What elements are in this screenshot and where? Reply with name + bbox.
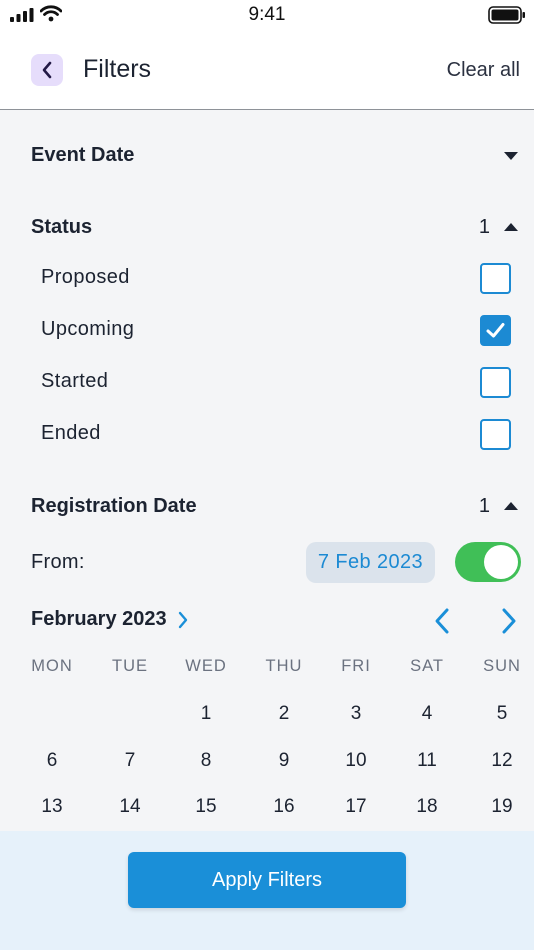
calendar-week-row: 1 2 3 4 5 (0, 695, 534, 735)
status-title: Status (31, 216, 93, 238)
battery-icon (488, 6, 525, 24)
next-month-icon[interactable] (499, 607, 519, 635)
calendar-day[interactable]: 10 (326, 750, 386, 772)
calendar-day[interactable]: 7 (100, 750, 160, 772)
apply-filters-button[interactable]: Apply Filters (128, 852, 406, 908)
chevron-right-icon[interactable] (177, 611, 189, 629)
chevron-up-icon[interactable] (504, 223, 518, 231)
calendar-day[interactable]: 9 (254, 750, 314, 772)
checkmark-icon (486, 323, 505, 338)
clear-all-button[interactable]: Clear all (447, 59, 520, 82)
status-option-proposed[interactable]: Proposed (0, 252, 534, 304)
footer: Apply Filters (0, 831, 534, 950)
calendar-day[interactable]: 11 (397, 750, 457, 772)
calendar-day[interactable]: 12 (472, 750, 532, 772)
status-time: 9:41 (248, 4, 286, 25)
status-option-started[interactable]: Started (0, 356, 534, 408)
weekday-label: SAT (410, 657, 444, 675)
calendar-day[interactable]: 14 (100, 796, 160, 818)
calendar-day[interactable]: 5 (472, 703, 532, 725)
chevron-down-icon[interactable] (504, 152, 518, 160)
option-label: Ended (41, 422, 101, 444)
previous-month-icon[interactable] (432, 607, 452, 635)
calendar-weekday-header: MON TUE WED THU FRI SAT SUN (0, 649, 534, 689)
weekday-label: MON (31, 657, 73, 675)
checkbox-upcoming[interactable] (480, 315, 511, 346)
option-label: Proposed (41, 266, 130, 288)
calendar-week-row: 6 7 8 9 10 11 12 (0, 742, 534, 782)
status-option-upcoming[interactable]: Upcoming (0, 304, 534, 356)
filters-content: Event Date Status 1 Proposed Upcoming St… (0, 111, 534, 831)
weekday-label: WED (185, 657, 227, 675)
toggle-knob (484, 545, 518, 579)
calendar-day[interactable]: 13 (22, 796, 82, 818)
calendar-day[interactable]: 8 (176, 750, 236, 772)
calendar-day[interactable]: 15 (176, 796, 236, 818)
calendar-day[interactable]: 18 (397, 796, 457, 818)
header: Filters Clear all (0, 28, 534, 110)
chevron-up-icon[interactable] (504, 502, 518, 510)
weekday-label: THU (265, 657, 303, 675)
registration-date-title: Registration Date (31, 495, 197, 517)
checkbox-proposed[interactable] (480, 263, 511, 294)
calendar-day[interactable]: 6 (22, 750, 82, 772)
event-date-title: Event Date (31, 144, 135, 166)
from-label: From: (31, 551, 85, 573)
calendar-day[interactable]: 2 (254, 703, 314, 725)
checkbox-ended[interactable] (480, 419, 511, 450)
weekday-label: FRI (341, 657, 371, 675)
status-bar: 9:41 (0, 0, 534, 28)
calendar-week-row: 13 14 15 16 17 18 19 (0, 788, 534, 828)
back-button[interactable] (31, 54, 63, 86)
option-label: Upcoming (41, 318, 135, 340)
page-title: Filters (83, 55, 152, 83)
calendar-day[interactable]: 16 (254, 796, 314, 818)
weekday-label: TUE (112, 657, 148, 675)
weekday-label: SUN (483, 657, 521, 675)
registration-date-toggle[interactable] (455, 542, 521, 582)
calendar-day[interactable]: 19 (472, 796, 532, 818)
calendar-day[interactable]: 1 (176, 703, 236, 725)
status-option-ended[interactable]: Ended (0, 408, 534, 460)
checkbox-started[interactable] (480, 367, 511, 398)
calendar-day[interactable]: 4 (397, 703, 457, 725)
from-date-field[interactable]: 7 Feb 2023 (306, 542, 435, 583)
option-label: Started (41, 370, 109, 392)
chevron-left-icon (42, 61, 52, 79)
calendar-day[interactable]: 3 (326, 703, 386, 725)
calendar-month-label[interactable]: February 2023 (31, 608, 167, 631)
status-count-badge: 1 (478, 216, 490, 238)
registration-count-badge: 1 (478, 495, 490, 517)
calendar-day[interactable]: 17 (326, 796, 386, 818)
